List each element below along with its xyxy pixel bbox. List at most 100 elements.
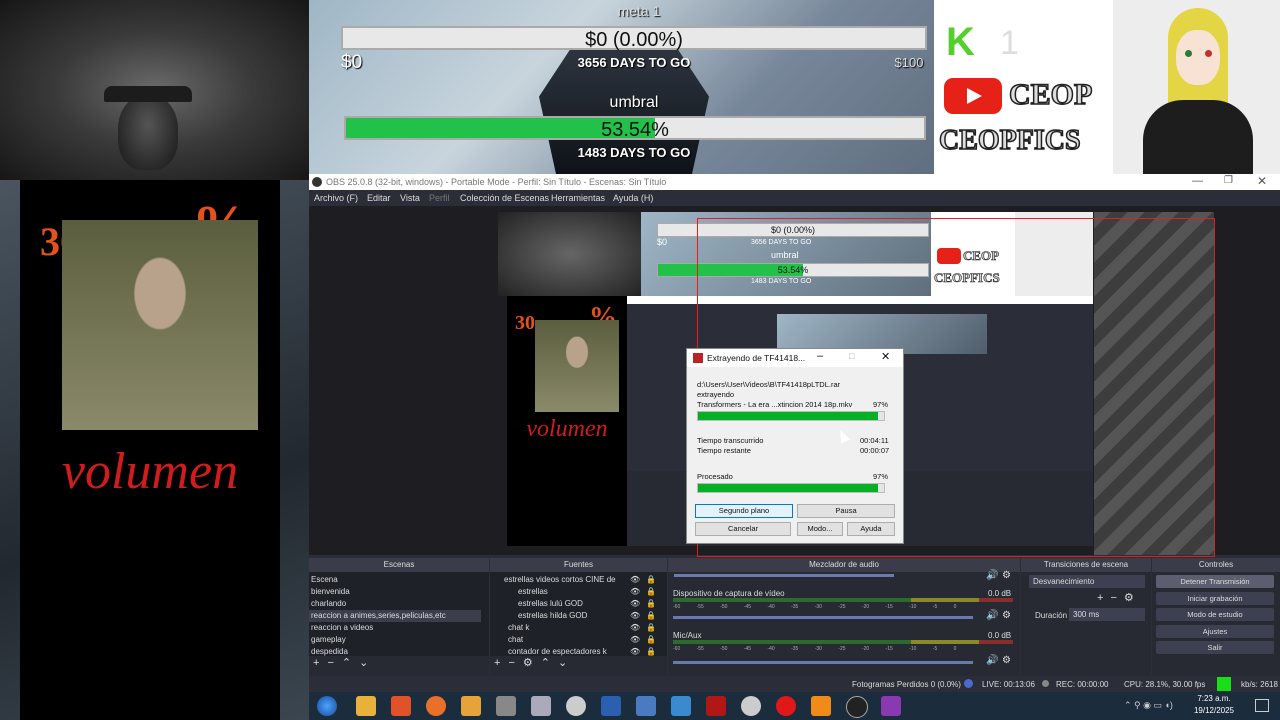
minimize-button[interactable]: —	[1192, 175, 1203, 187]
app-icon[interactable]	[496, 696, 516, 716]
mode-button[interactable]: Modo...	[797, 522, 843, 536]
file-explorer-icon[interactable]	[356, 696, 376, 716]
menu-archivo[interactable]: Archivo (F)	[314, 193, 358, 203]
app-icon[interactable]	[671, 696, 691, 716]
remove-transition-button[interactable]: −	[1110, 592, 1123, 604]
move-up-icon[interactable]: ⌃	[342, 657, 359, 669]
scene-item[interactable]: gameplay	[311, 634, 346, 646]
close-button[interactable]: ✕	[1257, 174, 1267, 188]
move-down-icon[interactable]: ⌄	[558, 657, 575, 669]
obs-app-icon	[312, 177, 322, 187]
studio-mode-button[interactable]: Modo de estudio	[1156, 608, 1274, 621]
add-source-button[interactable]: +	[494, 657, 508, 669]
app-icon[interactable]	[741, 696, 761, 716]
sources-list: estrellas videos cortos CINE de estrella…	[490, 572, 667, 656]
source-item[interactable]: estrellas lulú GOD	[518, 598, 583, 610]
source-item[interactable]: estrellas hilda GOD	[518, 610, 587, 622]
visibility-icons[interactable]: 👁 👁 👁 👁 👁 👁 👁	[630, 574, 640, 658]
move-up-icon[interactable]: ⌃	[541, 657, 558, 669]
tray-icons[interactable]: ⌃ ⚲ ◉ ▭ ◖)	[1124, 700, 1173, 711]
source-item[interactable]: chat k	[508, 622, 529, 634]
duration-input[interactable]: 300 ms	[1069, 608, 1145, 621]
scenes-header: Escenas	[309, 558, 489, 572]
dialog-maximize-button[interactable]: □	[849, 351, 854, 361]
goal2-value: 53.54%	[601, 119, 669, 141]
source-item[interactable]: estrellas	[518, 586, 548, 598]
opera-icon[interactable]	[776, 696, 796, 716]
filezilla-icon[interactable]	[706, 696, 726, 716]
gear-icon[interactable]: ⚙	[1002, 655, 1011, 666]
clock-time[interactable]: 7:23 a.m.	[1189, 694, 1239, 703]
obs-statusbar: Fotogramas Perdidos 0 (0.0%) LIVE: 00:13…	[309, 676, 1280, 692]
obs-icon[interactable]	[846, 696, 868, 718]
gear-icon[interactable]: ⚙	[523, 657, 541, 669]
help-button[interactable]: Ayuda	[847, 522, 895, 536]
clock-date[interactable]: 19/12/2025	[1189, 706, 1239, 715]
dialog-minimize-button[interactable]: –	[817, 350, 823, 362]
menu-herramientas[interactable]: Herramientas	[551, 193, 605, 203]
source-item[interactable]: contador de espectadores k	[508, 646, 607, 656]
mixer-ch1-fader[interactable]	[673, 616, 973, 619]
remove-scene-button[interactable]: −	[327, 657, 341, 669]
dialog-close-button[interactable]: ✕	[881, 350, 890, 363]
pause-button[interactable]: Pausa	[797, 504, 895, 518]
dialog-processed-progress	[697, 483, 885, 493]
menu-ayuda[interactable]: Ayuda (H)	[613, 193, 653, 203]
speaker-icon[interactable]: 🔊	[986, 610, 998, 621]
menu-vista[interactable]: Vista	[400, 193, 420, 203]
remove-source-button[interactable]: −	[508, 657, 522, 669]
controls-header: Controles	[1152, 558, 1280, 572]
settings-gear-icon[interactable]	[566, 696, 586, 716]
transitions-header: Transiciones de escena	[1021, 558, 1151, 572]
app-icon[interactable]	[636, 696, 656, 716]
gear-icon[interactable]: ⚙	[1002, 610, 1011, 621]
stop-streaming-button[interactable]: Detener Transmisión	[1156, 575, 1274, 588]
source-item[interactable]: estrellas videos cortos CINE de	[504, 574, 629, 586]
cancel-button[interactable]: Cancelar	[695, 522, 791, 536]
menu-perfil[interactable]: Perfil	[429, 193, 450, 203]
winrar-icon[interactable]	[881, 696, 901, 716]
word-icon[interactable]	[601, 696, 621, 716]
mixer-slider-top[interactable]	[674, 574, 894, 577]
mixer-ch2-name: Mic/Aux	[673, 631, 702, 640]
source-item[interactable]: chat	[508, 634, 523, 646]
start-recording-button[interactable]: Iniciar grabación	[1156, 592, 1274, 605]
settings-button[interactable]: Ajustes	[1156, 625, 1274, 638]
dialog-remaining-label: Tiempo restante	[697, 446, 751, 455]
live-icon	[964, 679, 973, 688]
speaker-icon[interactable]: 🔊	[986, 655, 998, 666]
kick-count: 1	[1000, 24, 1019, 62]
speaker-icon[interactable]: 🔊	[986, 570, 998, 581]
start-button-icon[interactable]	[317, 696, 337, 716]
maximize-button[interactable]: ❐	[1224, 175, 1233, 186]
menu-coleccion-escenas[interactable]: Colección de Escenas	[460, 193, 549, 203]
exit-button[interactable]: Salir	[1156, 641, 1274, 654]
lock-icons[interactable]: 🔒 🔒 🔒 🔒 🔒 🔒 🔒	[646, 574, 656, 658]
scene-item-selected[interactable]: reaccion a animes,series,peliculas,etc	[309, 610, 481, 622]
vtuber-avatar	[1113, 0, 1280, 174]
dialog-archive-path: d:\Users\User\Videos\B\TF41418pLTDL.rar	[697, 380, 841, 389]
add-transition-button[interactable]: +	[1097, 592, 1110, 604]
scene-item[interactable]: despedida	[311, 646, 348, 656]
scenes-dock: Escenas Escena bienvenida charlando reac…	[309, 558, 489, 688]
preview-left-panel: 30 % volumen	[507, 296, 627, 546]
menu-editar[interactable]: Editar	[367, 193, 391, 203]
gear-icon[interactable]: ⚙	[1124, 592, 1141, 604]
app-icon[interactable]	[531, 696, 551, 716]
background-button[interactable]: Segundo plano	[695, 504, 793, 518]
gear-icon[interactable]: ⚙	[1002, 570, 1011, 581]
scene-item[interactable]: Escena	[311, 574, 338, 586]
add-scene-button[interactable]: +	[313, 657, 327, 669]
notification-icon[interactable]	[1255, 699, 1269, 712]
vlc-icon[interactable]	[811, 696, 831, 716]
scene-item[interactable]: bienvenida	[311, 586, 350, 598]
scene-item[interactable]: reaccion a videos	[311, 622, 373, 634]
mixer-ch2-fader[interactable]	[673, 661, 973, 664]
firefox-icon[interactable]	[426, 696, 446, 716]
scene-item[interactable]: charlando	[311, 598, 346, 610]
soldier-image	[62, 220, 258, 430]
move-down-icon[interactable]: ⌄	[359, 657, 376, 669]
brave-browser-icon[interactable]	[391, 696, 411, 716]
transition-select[interactable]: Desvanecimiento	[1029, 575, 1145, 588]
media-player-icon[interactable]	[461, 696, 481, 716]
